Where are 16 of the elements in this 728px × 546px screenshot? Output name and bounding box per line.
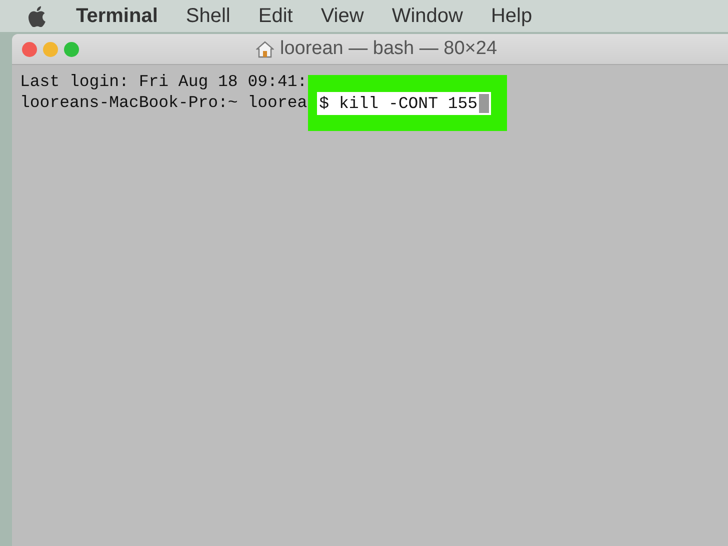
home-icon: [256, 40, 274, 58]
terminal-line: Last login: Fri Aug 18 09:41:: [20, 71, 308, 92]
command-text: $ kill -CONT 155: [319, 93, 478, 114]
app-menu[interactable]: Terminal: [76, 4, 158, 28]
close-button[interactable]: [22, 42, 37, 56]
window-title: loorean — bash — 80×24: [280, 38, 498, 60]
zoom-button[interactable]: [64, 42, 79, 56]
apple-logo-icon[interactable]: [28, 6, 46, 26]
terminal-prompt: looreans-MacBook-Pro:~ loorea: [20, 92, 308, 113]
menu-item[interactable]: View: [320, 4, 364, 28]
text-cursor: [478, 94, 489, 113]
minimize-button[interactable]: [43, 42, 58, 56]
menu-item[interactable]: Window: [392, 4, 463, 28]
menu-item[interactable]: Shell: [186, 4, 230, 28]
menu-item[interactable]: Help: [490, 4, 532, 28]
menu-item[interactable]: Edit: [258, 4, 293, 28]
